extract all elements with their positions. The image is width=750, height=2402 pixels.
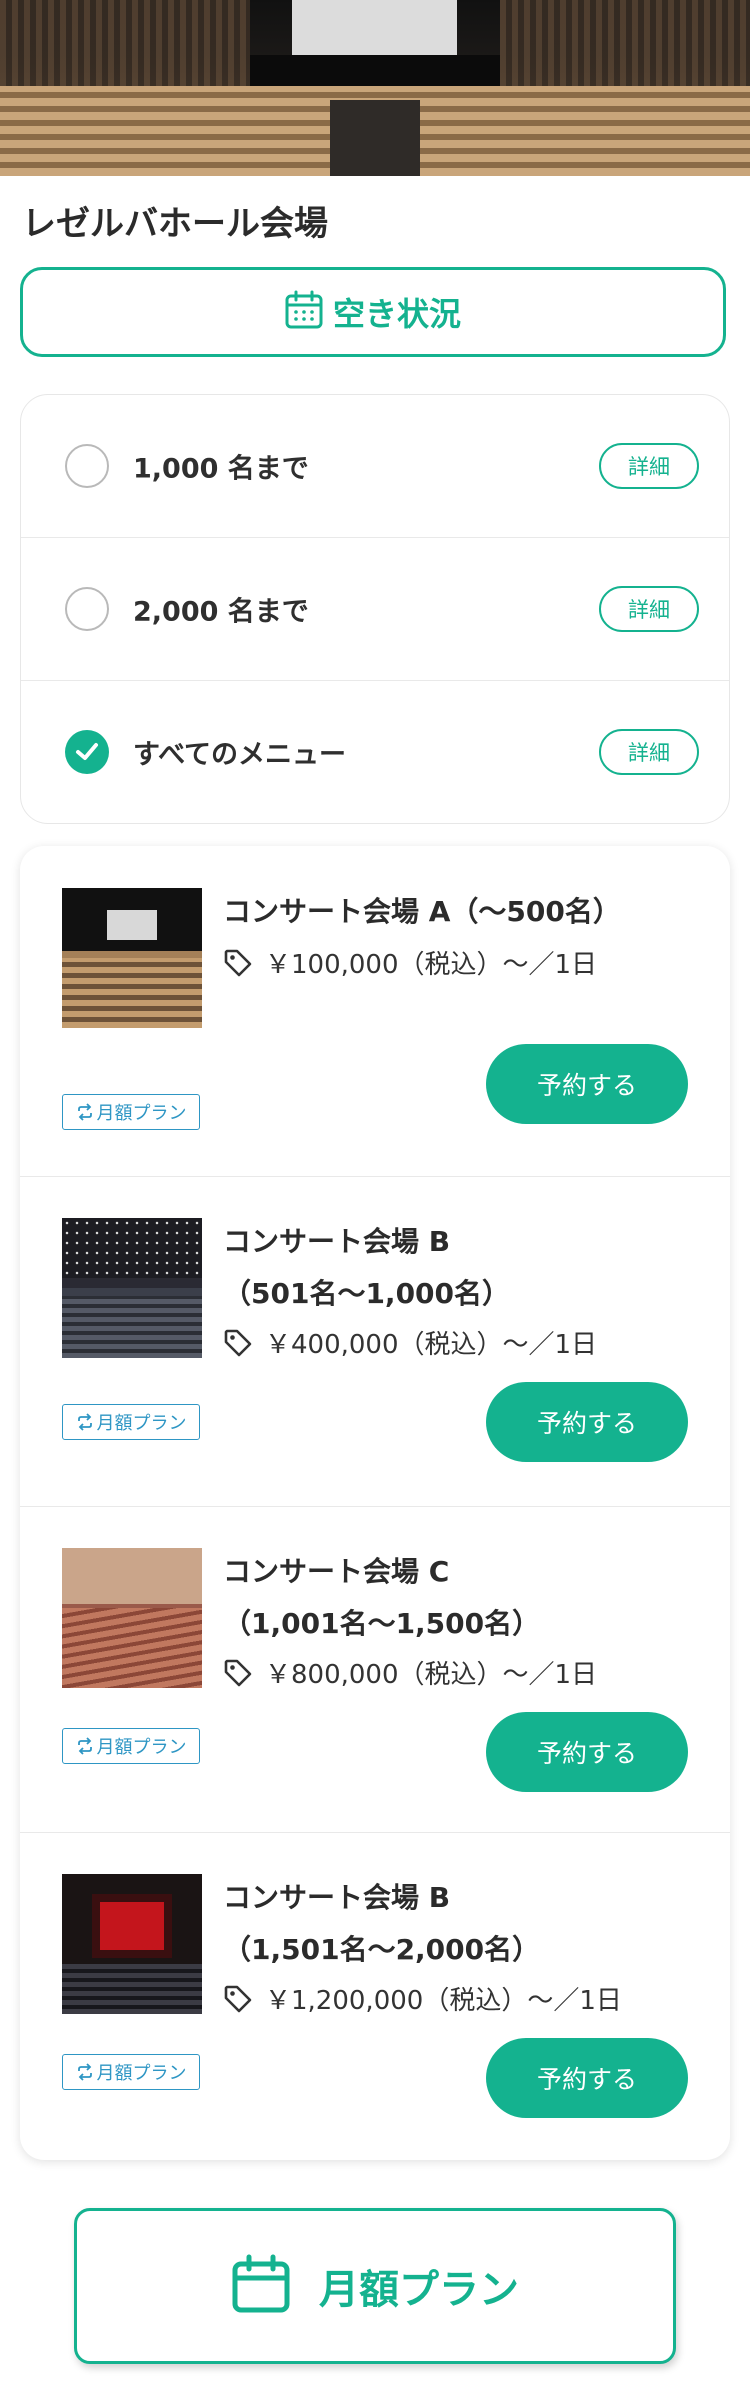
radio-button[interactable] <box>65 587 109 631</box>
hall-title: コンサート会場 B （1,501名〜2,000名） <box>223 1881 541 1966</box>
detail-button[interactable]: 詳細 <box>599 586 699 632</box>
venue-title: レゼルバホール会場 <box>22 204 328 244</box>
hall-price: ￥100,000（税込）〜／1日 <box>223 944 597 981</box>
tag-icon <box>224 949 252 976</box>
tag-icon <box>224 1329 252 1356</box>
calendar-icon <box>231 2254 291 2318</box>
monthly-plan-button[interactable]: 月額プラン <box>74 2208 676 2364</box>
hall-price: ￥400,000（税込）〜／1日 <box>223 1324 597 1361</box>
monthly-plan-tag: 月額プラン <box>62 1404 200 1440</box>
hall-item: コンサート会場 B （501名〜1,000名） ￥400,000（税込）〜／1日 … <box>20 1176 730 1507</box>
menu-option-label: 1,000 名まで <box>133 453 309 485</box>
menu-option[interactable]: 1,000 名まで 詳細 <box>21 395 729 538</box>
repeat-icon <box>77 2063 92 2081</box>
hall-price: ￥800,000（税込）〜／1日 <box>223 1654 597 1691</box>
hall-item: コンサート会場 C （1,001名〜1,500名） ￥800,000（税込）〜／1… <box>20 1506 730 1833</box>
hall-item: コンサート会場 B （1,501名〜2,000名） ￥1,200,000（税込）〜… <box>20 1832 730 2160</box>
monthly-plan-tag: 月額プラン <box>62 1094 200 1130</box>
hall-price: ￥1,200,000（税込）〜／1日 <box>223 1980 622 2017</box>
hall-title: コンサート会場 A（〜500名） <box>223 895 621 928</box>
tag-icon <box>224 1985 252 2012</box>
monthly-plan-tag: 月額プラン <box>62 2054 200 2090</box>
hall-thumbnail <box>62 888 202 1028</box>
menu-option[interactable]: すべてのメニュー 詳細 <box>21 681 729 823</box>
menu-option-label: すべてのメニュー <box>133 739 347 771</box>
hall-list: コンサート会場 A（〜500名） ￥100,000（税込）〜／1日 月額プラン … <box>20 846 730 2160</box>
tag-icon <box>224 1659 252 1686</box>
availability-label: 空き状況 <box>332 295 461 333</box>
reserve-button[interactable]: 予約する <box>486 1712 688 1792</box>
hall-thumbnail <box>62 1548 202 1688</box>
repeat-icon <box>77 1413 92 1431</box>
reserve-button[interactable]: 予約する <box>486 1044 688 1124</box>
repeat-icon <box>77 1103 92 1121</box>
calendar-icon <box>285 290 323 334</box>
menu-option[interactable]: 2,000 名まで 詳細 <box>21 538 729 681</box>
hero-image <box>0 0 750 176</box>
hall-item: コンサート会場 A（〜500名） ￥100,000（税込）〜／1日 月額プラン … <box>20 846 730 1177</box>
availability-button[interactable]: 空き状況 <box>20 267 726 357</box>
repeat-icon <box>77 1737 92 1755</box>
reserve-button[interactable]: 予約する <box>486 1382 688 1462</box>
monthly-plan-label: 月額プラン <box>319 2267 519 2313</box>
menu-option-label: 2,000 名まで <box>133 596 309 628</box>
reserve-button[interactable]: 予約する <box>486 2038 688 2118</box>
hall-thumbnail <box>62 1218 202 1358</box>
menu-options: 1,000 名まで 詳細 2,000 名まで 詳細 すべてのメニュー 詳細 <box>20 394 730 824</box>
monthly-plan-tag: 月額プラン <box>62 1728 200 1764</box>
detail-button[interactable]: 詳細 <box>599 443 699 489</box>
check-icon <box>76 743 98 760</box>
hall-title: コンサート会場 C （1,001名〜1,500名） <box>223 1555 541 1640</box>
radio-button-checked[interactable] <box>65 730 109 774</box>
radio-button[interactable] <box>65 444 109 488</box>
hall-title: コンサート会場 B （501名〜1,000名） <box>223 1225 511 1310</box>
detail-button[interactable]: 詳細 <box>599 729 699 775</box>
hall-thumbnail <box>62 1874 202 2014</box>
